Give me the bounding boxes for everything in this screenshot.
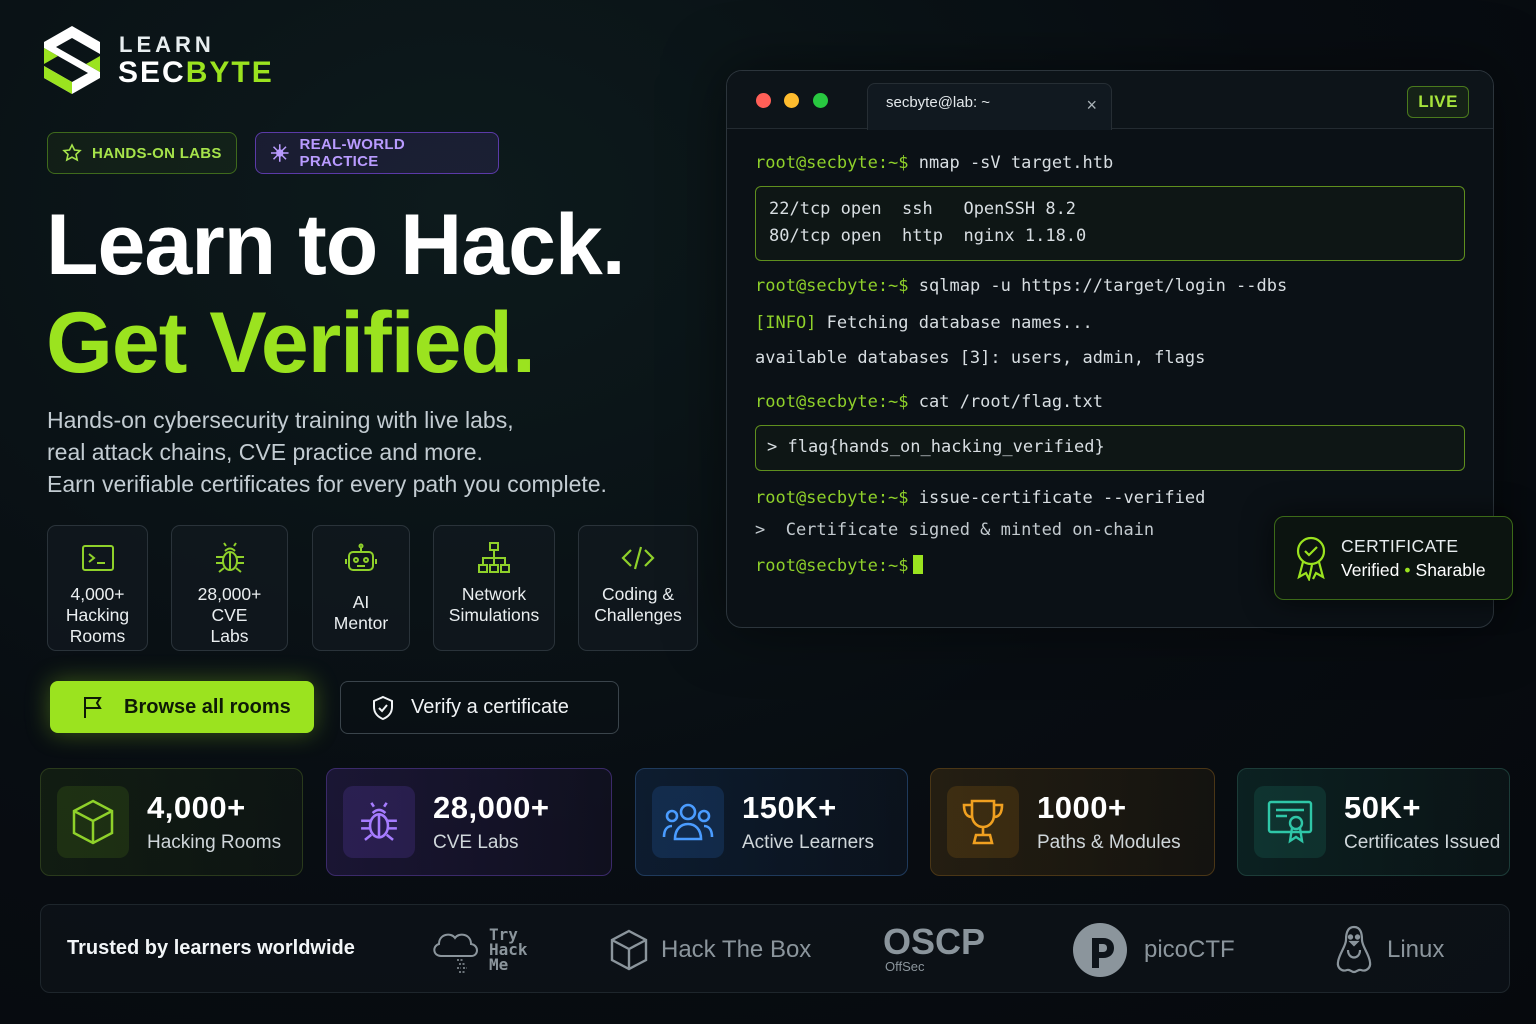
flask-icon — [62, 143, 82, 162]
tag-label: HANDS-ON LABS — [92, 144, 222, 162]
stat-certificates-issued: 50K+ Certificates Issued — [1237, 768, 1510, 876]
stat-active-learners: 150K+ Active Learners — [635, 768, 908, 876]
cloud-icon — [433, 933, 478, 973]
terminal-titlebar: secbyte@lab: ~ × LIVE — [727, 71, 1493, 130]
certificate-badge: CERTIFICATE Verified • Sharable — [1274, 516, 1513, 600]
terminal-flag-box: > flag{hands_on_hacking_verified} — [755, 425, 1465, 471]
live-badge: LIVE — [1407, 86, 1469, 118]
feature-coding-challenges[interactable]: Coding & Challenges — [578, 525, 698, 651]
verify-certificate-button[interactable]: Verify a certificate — [340, 681, 619, 734]
brand-name: picoCTF — [1144, 935, 1235, 963]
tag-label: REAL-WORLD PRACTICE — [299, 136, 405, 170]
terminal-line: root@secbyte:~$ cat /root/flag.txt — [755, 392, 1103, 412]
brand-oscp: OSCP OffSec — [883, 905, 985, 994]
close-dot[interactable] — [756, 93, 771, 108]
brand-tryhackme: Try Hack Me — [429, 905, 528, 994]
sparkle-icon — [270, 144, 289, 162]
terminal-cursor — [912, 555, 923, 574]
certificate-subtitle: Verified • Sharable — [1341, 559, 1486, 580]
terminal-tab[interactable]: secbyte@lab: ~ × — [867, 83, 1112, 130]
brand-name: Linux — [1387, 935, 1445, 963]
feature-cve-labs[interactable]: 28,000+ CVE Labs — [171, 525, 288, 651]
shield-check-icon — [373, 695, 393, 720]
certificate-icon — [1267, 800, 1313, 844]
tag-real-world-practice: REAL-WORLD PRACTICE — [255, 132, 499, 174]
tux-icon — [1336, 925, 1372, 973]
robot-icon — [345, 543, 377, 571]
terminal-line: root@secbyte:~$ issue-certificate --veri… — [755, 488, 1206, 508]
bug-icon — [215, 542, 244, 573]
pico-icon — [1073, 922, 1127, 977]
headline-line2: Get Verified. — [46, 295, 536, 391]
tag-hands-on-labs: HANDS-ON LABS — [47, 132, 237, 174]
box-icon — [610, 929, 648, 970]
code-icon — [621, 546, 655, 570]
minimize-dot[interactable] — [784, 93, 799, 108]
feature-network-simulations[interactable]: Network Simulations — [433, 525, 555, 651]
bug-icon — [361, 802, 397, 841]
award-icon — [1296, 536, 1326, 581]
logo-icon — [44, 26, 100, 94]
users-icon — [662, 803, 714, 841]
maximize-dot[interactable] — [813, 93, 828, 108]
brand-name: OSCP — [883, 921, 986, 962]
network-icon — [478, 542, 510, 573]
brand-picoctf: picoCTF — [1072, 905, 1235, 994]
terminal-prompt-line[interactable]: root@secbyte:~$ — [755, 555, 923, 576]
logo-learn-text: LEARN — [119, 32, 215, 57]
terminal-line: root@secbyte:~$ nmap -sV target.htb — [755, 153, 1114, 173]
browse-rooms-button[interactable]: Browse all rooms — [50, 681, 314, 733]
trophy-icon — [962, 799, 1004, 845]
brand-linux: Linux — [1333, 905, 1444, 994]
flag-icon — [84, 697, 102, 718]
brand-subname: OffSec — [885, 959, 925, 974]
headline-line1: Learn to Hack. — [46, 197, 626, 293]
terminal-line: root@secbyte:~$ sqlmap -u https://target… — [755, 276, 1288, 296]
brand-hackthebox: Hack The Box — [609, 905, 811, 994]
stat-cve-labs: 28,000+ CVE Labs — [326, 768, 612, 876]
hero-description: Hands-on cybersecurity training with liv… — [47, 407, 607, 497]
close-tab-icon[interactable]: × — [1086, 95, 1097, 116]
trusted-label: Trusted by learners worldwide — [67, 937, 355, 959]
terminal-icon — [81, 545, 114, 571]
terminal-line: > Certificate signed & minted on-chain — [755, 520, 1155, 540]
certificate-title: CERTIFICATE — [1341, 535, 1459, 556]
feature-hacking-rooms[interactable]: 4,000+ Hacking Rooms — [47, 525, 148, 651]
trusted-bar: Trusted by learners worldwide Try Hack M… — [40, 904, 1510, 993]
stat-hacking-rooms: 4,000+ Hacking Rooms — [40, 768, 303, 876]
terminal-line: available databases [3]: users, admin, f… — [755, 348, 1206, 368]
logo-brand-text: SECBYTE — [118, 56, 274, 89]
cube-icon — [72, 799, 114, 845]
stat-paths-modules: 1000+ Paths & Modules — [930, 768, 1215, 876]
terminal-output-box: 22/tcp open ssh OpenSSH 8.2 80/tcp open … — [755, 186, 1465, 261]
brand-name: Hack The Box — [661, 935, 812, 963]
terminal-line: [INFO] Fetching database names... — [755, 313, 1093, 333]
brand-name: Try Hack Me — [489, 925, 528, 974]
feature-ai-mentor[interactable]: AI Mentor — [312, 525, 410, 651]
